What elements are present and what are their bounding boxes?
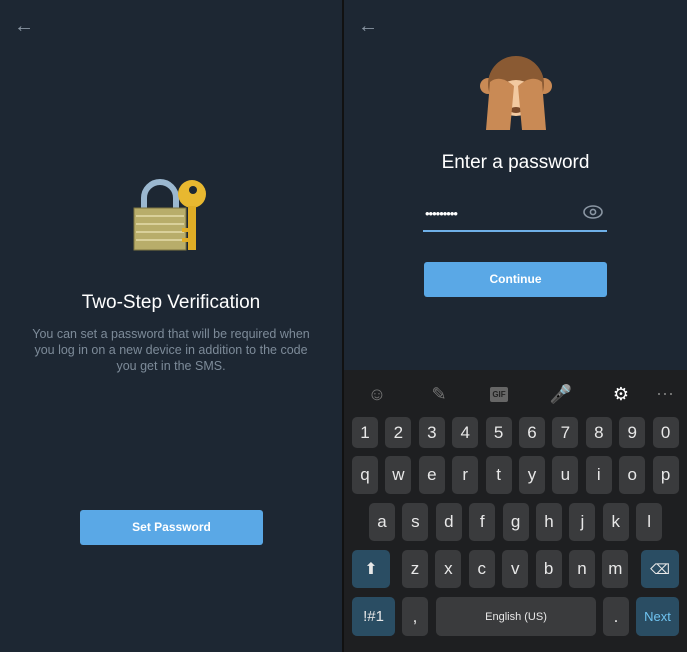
key-f[interactable]: f	[469, 503, 496, 541]
key-4[interactable]: 4	[452, 417, 479, 448]
microphone-icon[interactable]: 🎤	[546, 376, 576, 412]
key-x[interactable]: x	[435, 550, 462, 588]
description: You can set a password that will be requ…	[32, 327, 310, 373]
key-e[interactable]: e	[418, 456, 445, 494]
backspace-key[interactable]: ⌫	[641, 550, 679, 588]
key-w[interactable]: w	[385, 456, 412, 494]
password-input[interactable]: •••••••••	[423, 200, 607, 232]
key-l[interactable]: l	[636, 503, 663, 541]
key-8[interactable]: 8	[585, 417, 612, 448]
key-a[interactable]: a	[369, 503, 395, 541]
key-6[interactable]: 6	[519, 417, 545, 448]
two-step-screen: ← Two-Step Verification You can set a pa…	[0, 0, 342, 652]
password-value: •••••••••	[425, 206, 458, 221]
key-s[interactable]: s	[402, 503, 429, 541]
backspace-icon: ⌫	[650, 560, 670, 577]
emoji-icon[interactable]: ☺	[362, 376, 392, 412]
key-y[interactable]: y	[519, 456, 545, 494]
key-d[interactable]: d	[435, 503, 462, 541]
page-title: Enter a password	[441, 152, 590, 173]
key-z[interactable]: z	[402, 550, 428, 588]
key-1[interactable]: 1	[352, 417, 378, 448]
gif-label: GIF	[490, 386, 508, 402]
key-v[interactable]: v	[502, 550, 529, 588]
key-3[interactable]: 3	[418, 417, 445, 448]
key-r[interactable]: r	[452, 456, 479, 494]
key-u[interactable]: u	[552, 456, 579, 494]
continue-button[interactable]: Continue	[424, 262, 607, 297]
key-2[interactable]: 2	[385, 417, 412, 448]
back-arrow-icon[interactable]: ←	[14, 16, 34, 36]
period-key[interactable]: .	[603, 597, 629, 636]
next-key[interactable]: Next	[636, 597, 679, 636]
gif-icon[interactable]: GIF	[484, 376, 514, 412]
key-7[interactable]: 7	[552, 417, 579, 448]
space-key[interactable]: English (US)	[436, 597, 596, 636]
set-password-button[interactable]: Set Password	[80, 510, 263, 545]
key-t[interactable]: t	[485, 456, 512, 494]
keyboard: ☺ ✎ GIF 🎤 ⚙ ⋯ 1 2 3 4 5 6 7 8 9 0 q w e r t y u i o p a s d f g h j k l ⬆ z x…	[344, 370, 687, 652]
key-5[interactable]: 5	[485, 417, 512, 448]
key-0[interactable]: 0	[652, 417, 679, 448]
key-c[interactable]: c	[468, 550, 495, 588]
key-p[interactable]: p	[652, 456, 679, 494]
comma-key[interactable]: ,	[402, 597, 428, 636]
page-title: Two-Step Verification	[81, 292, 261, 313]
lock-key-emoji	[133, 179, 206, 251]
key-k[interactable]: k	[602, 503, 629, 541]
key-o[interactable]: o	[619, 456, 646, 494]
monkey-emoji	[480, 56, 552, 130]
gear-icon[interactable]: ⚙	[606, 376, 636, 412]
eye-icon[interactable]	[583, 205, 603, 219]
key-g[interactable]: g	[502, 503, 529, 541]
key-b[interactable]: b	[535, 550, 562, 588]
key-i[interactable]: i	[585, 456, 612, 494]
key-q[interactable]: q	[352, 456, 378, 494]
key-j[interactable]: j	[569, 503, 596, 541]
more-icon[interactable]: ⋯	[650, 376, 680, 412]
sticker-icon[interactable]: ✎	[424, 376, 454, 412]
back-arrow-icon[interactable]: ←	[358, 16, 378, 36]
key-h[interactable]: h	[536, 503, 562, 541]
shift-key[interactable]: ⬆	[352, 550, 390, 588]
key-m[interactable]: m	[602, 550, 629, 588]
symbols-key[interactable]: !#1	[352, 597, 395, 636]
key-n[interactable]: n	[569, 550, 595, 588]
enter-password-screen: ← Enter a password ••••••••• Continue ☺ ✎…	[344, 0, 687, 652]
key-9[interactable]: 9	[619, 417, 646, 448]
